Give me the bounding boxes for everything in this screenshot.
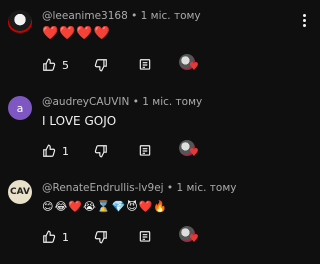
comment-meta: @RenateEndrullis-lv9ej • 1 міс. тому [42,182,236,194]
like-count: 1 [62,230,69,244]
like-count: 1 [62,144,69,158]
like-button[interactable]: 1 [42,228,69,246]
reply-icon [139,145,151,156]
comment-text: 😊😂❤️😭⌛💎😈❤️🔥 [42,200,169,213]
comment-text: ❤️❤️❤️❤️ [42,26,111,41]
like-button[interactable]: 5 [42,56,69,74]
dislike-icon [94,231,107,244]
like-icon [43,230,56,243]
comment-meta: @audreyCAUVIN • 1 міс. тому [42,96,202,108]
reply-icon [139,59,151,70]
meta-separator: • [131,10,138,22]
like-count: 5 [62,58,69,72]
comment-actions: 5 ♥ [42,54,312,76]
like-button[interactable]: 1 [42,142,69,160]
more-vert-icon[interactable] [302,14,306,27]
comment-meta: @leeanime3168 • 1 міс. тому [42,10,201,22]
reply-button[interactable] [138,228,152,246]
comment-actions: 1 ♥ [42,226,312,248]
creator-heart-icon: ♥ [179,54,201,76]
comment-author[interactable]: @RenateEndrullis-lv9ej [42,182,164,194]
comment-time[interactable]: 1 міс. тому [142,96,202,108]
comment-actions: 1 ♥ [42,140,312,162]
reply-button[interactable] [138,56,152,74]
comment-time[interactable]: 1 міс. тому [176,182,236,194]
dislike-button[interactable] [94,56,108,74]
avatar[interactable] [8,10,32,34]
avatar[interactable]: CAV [8,180,32,204]
creator-heart-icon: ♥ [179,140,201,162]
dislike-button[interactable] [94,142,108,160]
comment-item: a @audreyCAUVIN • 1 міс. тому I LOVE GOJ… [0,88,320,168]
comment-item: CAV @RenateEndrullis-lv9ej • 1 міс. тому… [0,176,320,264]
meta-separator: • [132,96,139,108]
reply-button[interactable] [138,142,152,160]
like-icon [43,144,56,157]
dislike-icon [94,145,107,158]
comment-text: I LOVE GOJO [42,114,117,128]
meta-separator: • [166,182,174,194]
comment-time[interactable]: 1 міс. тому [141,10,201,22]
like-icon [43,58,56,71]
creator-heart-icon: ♥ [179,226,201,248]
comment-item: @leeanime3168 • 1 міс. тому ❤️❤️❤️❤️ 5 ♥ [0,0,320,80]
dislike-button[interactable] [94,228,108,246]
avatar[interactable]: a [8,96,32,120]
comment-author[interactable]: @audreyCAUVIN [42,96,129,108]
dislike-icon [94,59,107,72]
comment-author[interactable]: @leeanime3168 [42,10,128,22]
reply-icon [139,231,151,242]
